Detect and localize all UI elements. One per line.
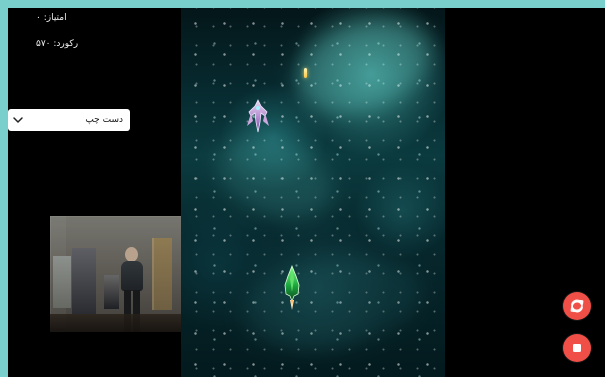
refresh-icon [570,299,584,313]
stop-icon [573,344,581,352]
webcam-person-torso [121,261,143,291]
chevron-down-icon [12,114,24,126]
hand-selector-dropdown[interactable]: دست چپ [8,109,130,131]
restart-button[interactable] [563,292,591,320]
enemy-projectile [304,68,307,78]
app-screen: امتیاز: ۰ رکورد: ۵۷۰ دست چپ [8,8,605,377]
hand-selector-value: دست چپ [85,115,123,125]
webcam-floor [50,314,182,332]
action-buttons [563,292,591,366]
game-canvas[interactable] [181,8,445,377]
webcam-door [152,238,172,310]
score-label: امتیاز: ۰ [36,13,67,23]
app-frame: امتیاز: ۰ رکورد: ۵۷۰ دست چپ [0,0,605,377]
enemy-ship [247,99,269,133]
webcam-person-head [125,247,138,262]
player-ship [284,265,300,310]
webcam-preview [50,216,182,332]
webcam-cabinet-center [72,248,96,314]
record-label: رکورد: ۵۷۰ [36,39,79,49]
stop-button[interactable] [563,334,591,362]
webcam-cabinet-left [53,256,71,308]
